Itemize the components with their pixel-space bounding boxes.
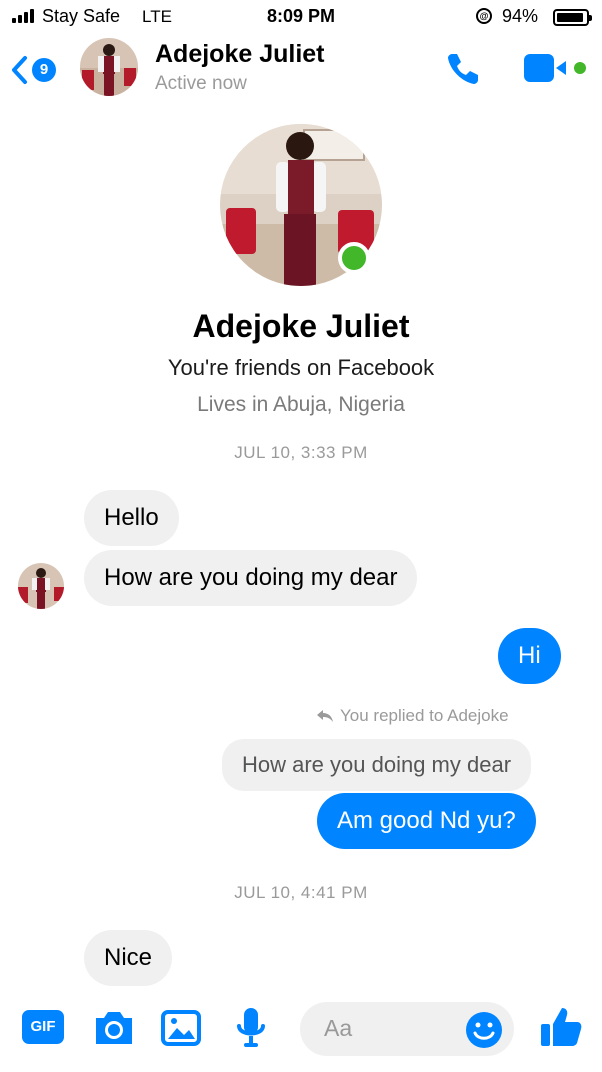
friendship-info: You're friends on Facebook [167,355,435,380]
presence-status: Active now [155,73,247,94]
thumbs-up-icon [541,1008,582,1046]
battery-icon [553,9,592,26]
timestamp-divider: JUL 10, 3:33 PM [234,443,368,462]
gif-icon: GIF [30,1018,56,1035]
back-button[interactable]: 9 [10,52,66,88]
profile-picture[interactable] [220,124,382,286]
phone-icon [448,54,478,84]
message-composer: GIF [0,996,602,1072]
timestamp-divider: JUL 10, 4:41 PM [234,883,368,902]
video-camera-icon [524,54,586,82]
message-input[interactable] [324,1012,454,1044]
reply-note-text: You replied to Adejoke [340,706,509,725]
online-indicator [338,242,370,274]
camera-button[interactable] [92,1008,136,1053]
unread-count-badge: 9 [32,58,56,82]
gif-button[interactable]: GIF [22,1010,64,1044]
conversation-header: 9 Adejoke Juliet Active now [0,34,602,104]
profile-name: Adejoke Juliet [192,308,410,344]
incoming-message[interactable]: Nice [84,930,173,986]
contact-name[interactable]: Adejoke Juliet [155,40,325,69]
camera-icon [96,1012,132,1044]
quoted-message[interactable]: How are you doing my dear [222,739,532,791]
video-call-button[interactable] [522,52,592,84]
photo-icon [161,1010,201,1046]
incoming-message[interactable]: How are you doing my dear [84,550,418,606]
back-chevron-icon [12,56,27,84]
emoji-icon [466,1012,502,1048]
avatar[interactable] [18,563,64,609]
photo-button[interactable] [160,1008,202,1053]
reply-arrow-icon [317,710,333,722]
location-info: Lives in Abuja, Nigeria [197,393,405,416]
rotation-lock-icon: @ [476,8,492,24]
outgoing-message[interactable]: Hi [498,628,561,684]
reply-note: You replied to Adejoke [316,706,509,726]
outgoing-message[interactable]: Am good Nd yu? [317,793,536,849]
microphone-icon [237,1008,265,1047]
status-bar: Stay Safe LTE 8:09 PM @ 94% [0,0,602,34]
incoming-message[interactable]: Hello [84,490,179,546]
like-button[interactable] [538,1004,584,1050]
call-button[interactable] [444,48,488,88]
battery-percent: 94% [502,6,539,26]
avatar[interactable] [80,38,138,96]
voice-button[interactable] [234,1006,268,1055]
emoji-button[interactable] [464,1010,504,1050]
